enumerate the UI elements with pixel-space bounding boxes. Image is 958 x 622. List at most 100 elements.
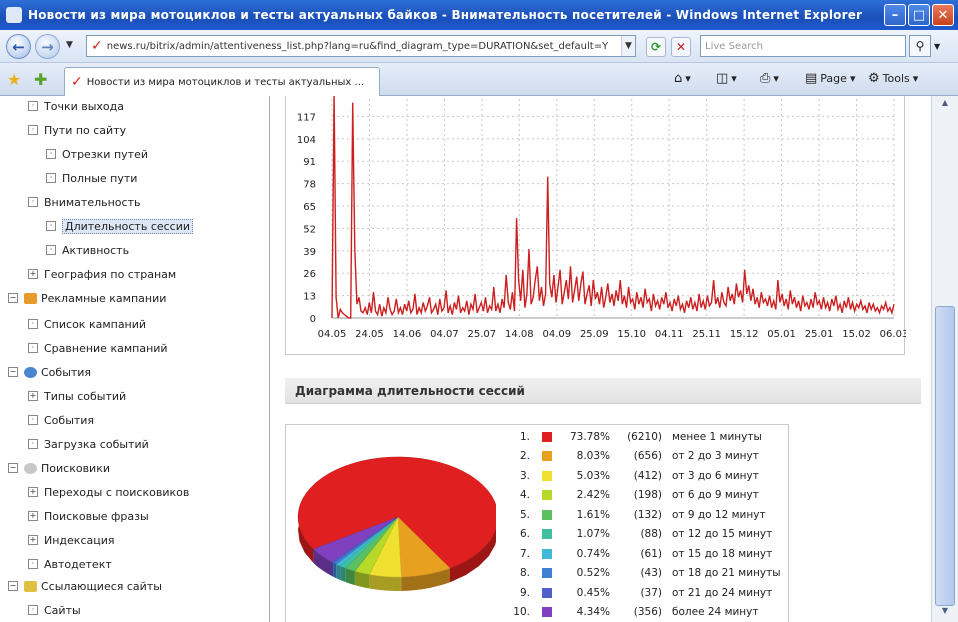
legend-index: 8. <box>519 567 530 579</box>
tree-item-referring-sites[interactable]: − Ссылающиеся сайты <box>8 576 162 596</box>
tree-item-search-referrals[interactable]: + Переходы с поисковиков <box>28 482 189 502</box>
scroll-up-icon[interactable]: ▲ <box>935 98 955 112</box>
tree-item-events-list[interactable]: · События <box>28 410 94 430</box>
section-header: Диаграмма длительности сессий <box>285 378 921 404</box>
address-text: news.ru/bitrix/admin/attentiveness_list.… <box>106 40 609 52</box>
address-toolbar: ← → ▼ ✓ news.ru/bitrix/admin/attentivene… <box>0 30 958 63</box>
tree-item-attentiveness[interactable]: · Внимательность <box>28 192 140 212</box>
arrow-right-icon: → <box>41 37 54 56</box>
legend-count: (132) <box>633 508 662 521</box>
tree-item-sites[interactable]: · Сайты <box>28 600 81 620</box>
tree-item-autodetect[interactable]: · Автодетект <box>28 554 112 574</box>
feeds-button[interactable]: ◫ ▾ <box>716 71 737 86</box>
pie-slice-side <box>331 561 334 577</box>
refresh-icon: ⟳ <box>650 40 662 54</box>
collapse-icon[interactable]: − <box>8 293 18 303</box>
site-favicon-icon: ✓ <box>91 38 103 54</box>
tree-item-campaign-compare[interactable]: · Сравнение кампаний <box>28 338 168 358</box>
search-button[interactable]: ⚲ <box>909 35 931 57</box>
tree-item-search-engines[interactable]: − Поисковики <box>8 458 110 478</box>
tree-item-site-paths[interactable]: · Пути по сайту <box>28 120 126 140</box>
legend-index: 4. <box>519 489 530 501</box>
history-dropdown-icon[interactable]: ▼ <box>66 40 73 50</box>
tree-item-events-upload[interactable]: · Загрузка событий <box>28 434 149 454</box>
legend-range: от 15 до 18 минут <box>672 547 773 560</box>
expand-icon[interactable]: + <box>28 391 38 401</box>
x-tick-label: 25.07 <box>468 329 497 340</box>
legend-percent: 0.45% <box>576 586 610 599</box>
collapse-icon[interactable]: − <box>8 463 18 473</box>
tree-item-event-types[interactable]: + Типы событий <box>28 386 126 406</box>
tree-item-session-duration[interactable]: · Длительность сессии <box>46 216 194 236</box>
tree-item-indexing[interactable]: + Индексация <box>28 530 114 550</box>
expand-icon[interactable]: + <box>28 487 38 497</box>
tree-node-icon: · <box>28 197 38 207</box>
scroll-thumb[interactable] <box>935 306 955 606</box>
refresh-button[interactable]: ⟳ <box>646 37 666 57</box>
legend-count: (412) <box>633 469 662 482</box>
tree-node-icon: · <box>46 149 56 159</box>
back-button[interactable]: ← <box>6 34 31 59</box>
x-tick-label: 04.09 <box>542 329 571 340</box>
tree-item-search-phrases[interactable]: + Поисковые фразы <box>28 506 149 526</box>
legend-range: от 6 до 9 минут <box>672 489 759 501</box>
tree-item-events[interactable]: − События <box>8 362 91 382</box>
maximize-button[interactable]: □ <box>908 4 930 26</box>
expand-icon[interactable]: + <box>28 511 38 521</box>
x-tick-label: 24.05 <box>355 329 384 340</box>
print-button[interactable]: ⎙ ▾ <box>760 71 779 86</box>
close-button[interactable]: ✕ <box>932 4 954 26</box>
legend-range: от 3 до 6 минут <box>672 469 759 482</box>
legend-count: (198) <box>633 489 662 501</box>
stop-button[interactable]: ✕ <box>671 37 691 57</box>
tab-current[interactable]: ✓ Новости из мира мотоциклов и тесты акт… <box>64 67 380 96</box>
legend-percent: 0.52% <box>576 567 610 579</box>
legend-percent: 5.03% <box>576 469 610 482</box>
tree-item-full-paths[interactable]: · Полные пути <box>46 168 137 188</box>
forward-button[interactable]: → <box>35 34 60 59</box>
search-input[interactable]: Live Search <box>700 35 906 57</box>
home-button[interactable]: ⌂ ▾ <box>674 71 691 86</box>
add-favorite-icon[interactable]: ✚ <box>34 70 47 89</box>
tree-node-icon: · <box>28 343 38 353</box>
rss-icon: ◫ <box>716 71 729 86</box>
pie-slice-side <box>336 564 341 580</box>
expand-icon[interactable]: + <box>28 269 38 279</box>
printer-icon: ⎙ <box>760 71 771 86</box>
tree-item-campaign-list[interactable]: · Список кампаний <box>28 314 146 334</box>
y-tick-label: 0 <box>310 314 316 325</box>
legend-row: 8. 0.52% (43) от 18 до 21 минуты <box>510 564 781 583</box>
address-dropdown-icon[interactable]: ▼ <box>621 36 635 56</box>
expand-icon[interactable]: + <box>28 535 38 545</box>
x-tick-label: 06.03 <box>880 329 906 340</box>
collapse-icon[interactable]: − <box>8 581 18 591</box>
page-menu[interactable]: ▤ Page ▾ <box>805 71 855 86</box>
x-tick-label: 14.06 <box>393 329 422 340</box>
tree-item-exit-points[interactable]: · Точки выхода <box>28 96 124 116</box>
search-options-icon[interactable]: ▼ <box>934 42 940 51</box>
legend-swatch <box>542 548 552 559</box>
duration-line-chart: 0 13 26 39 52 65 78 91 104 117 04.05 24.05 14.06 04.0… <box>297 96 908 340</box>
y-tick-label: 91 <box>303 157 316 168</box>
duration-pie-chart <box>297 456 496 591</box>
tree-node-icon: · <box>28 559 38 569</box>
tree-item-geography[interactable]: + География по странам <box>28 264 176 284</box>
campaign-folder-icon <box>24 292 37 304</box>
tree-item-path-segments[interactable]: · Отрезки путей <box>46 144 148 164</box>
y-tick-label: 13 <box>303 292 316 303</box>
y-tick-label: 65 <box>303 202 316 213</box>
legend-count: (88) <box>640 528 662 540</box>
legend-index: 1. <box>519 430 530 443</box>
minimize-button[interactable]: – <box>884 4 906 26</box>
tree-item-ad-campaigns[interactable]: − Рекламные кампании <box>8 288 166 308</box>
tree-node-icon: · <box>28 415 38 425</box>
tools-menu[interactable]: ⚙ Tools ▾ <box>868 71 918 86</box>
collapse-icon[interactable]: − <box>8 367 18 377</box>
address-field[interactable]: ✓ news.ru/bitrix/admin/attentiveness_lis… <box>86 35 636 57</box>
favorites-star-icon[interactable]: ★ <box>7 70 21 89</box>
legend-index: 6. <box>519 528 530 540</box>
vertical-scrollbar[interactable]: ▲ ▼ <box>931 96 958 622</box>
scroll-down-icon[interactable]: ▼ <box>935 606 955 620</box>
legend-row: 10. 4.34% (356) более 24 минут <box>510 603 758 622</box>
tree-item-activity[interactable]: · Активность <box>46 240 129 260</box>
